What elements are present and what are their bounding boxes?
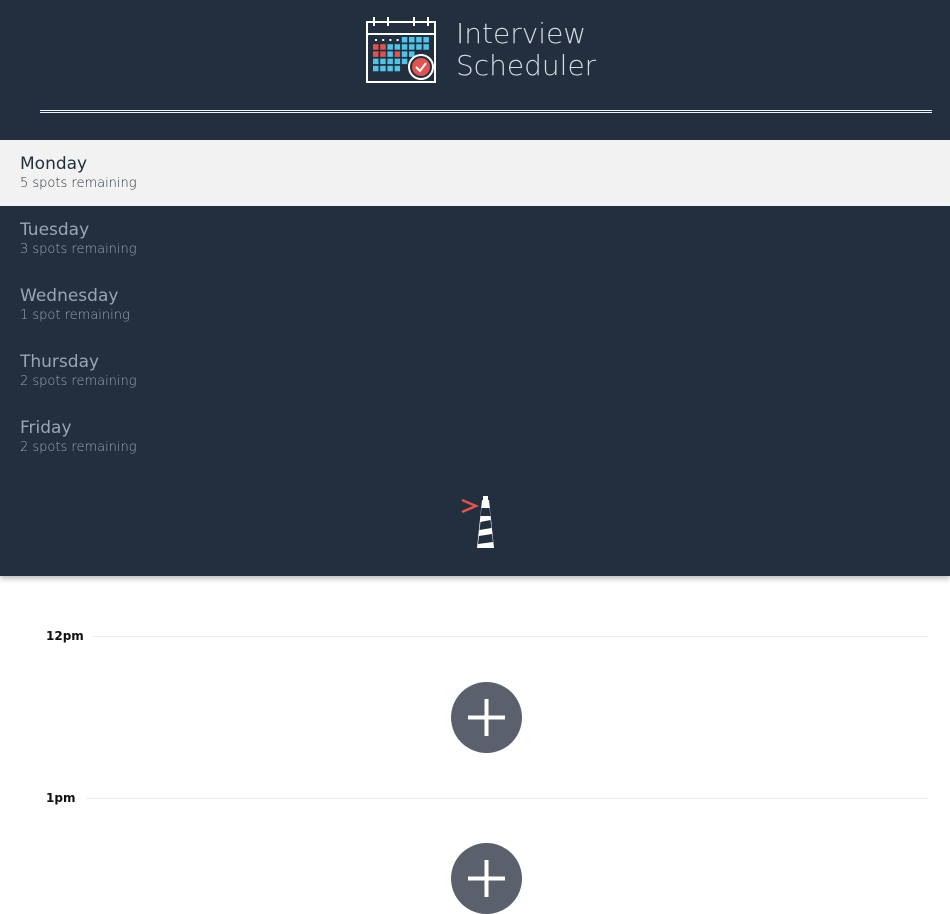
time-slot-1pm: 1pm xyxy=(46,790,928,806)
slot-divider xyxy=(86,798,928,799)
day-name: Wednesday xyxy=(20,286,119,306)
time-slot-12pm: 12pm xyxy=(46,628,928,644)
brand-header: Interview Scheduler xyxy=(366,16,596,84)
day-spots: 5 spots remaining xyxy=(20,176,137,191)
calendar-check-icon xyxy=(366,17,436,83)
add-appointment-button[interactable] xyxy=(451,682,522,753)
day-spots: 1 spot remaining xyxy=(20,308,130,323)
day-name: Monday xyxy=(20,154,88,174)
add-appointment-button[interactable] xyxy=(451,843,522,914)
day-spots: 3 spots remaining xyxy=(20,242,137,257)
slot-divider xyxy=(92,636,928,637)
day-spots: 2 spots remaining xyxy=(20,440,137,455)
slot-time: 12pm xyxy=(46,629,84,643)
day-item-wednesday[interactable]: Wednesday 1 spot remaining xyxy=(0,272,950,338)
app-title-line2: Scheduler xyxy=(456,49,597,82)
plus-icon xyxy=(468,860,505,897)
day-item-monday[interactable]: Monday 5 spots remaining xyxy=(0,140,950,206)
day-item-friday[interactable]: Friday 2 spots remaining xyxy=(0,404,950,470)
sidebar-separator xyxy=(40,110,932,113)
sidebar: Interview Scheduler Monday 5 spots remai… xyxy=(0,0,950,576)
day-item-tuesday[interactable]: Tuesday 3 spots remaining xyxy=(0,206,950,272)
app-title: Interview Scheduler xyxy=(456,18,596,82)
day-name: Thursday xyxy=(20,352,100,372)
schedule: 12pm 1pm xyxy=(0,576,950,914)
day-name: Friday xyxy=(20,418,72,438)
day-spots: 2 spots remaining xyxy=(20,374,137,389)
day-item-thursday[interactable]: Thursday 2 spots remaining xyxy=(0,338,950,404)
day-name: Tuesday xyxy=(20,220,90,240)
day-list: Monday 5 spots remaining Tuesday 3 spots… xyxy=(0,140,950,470)
plus-icon xyxy=(468,699,505,736)
slot-time: 1pm xyxy=(46,791,76,805)
app-title-line1: Interview xyxy=(456,17,587,50)
lighthouse-icon xyxy=(461,496,494,548)
